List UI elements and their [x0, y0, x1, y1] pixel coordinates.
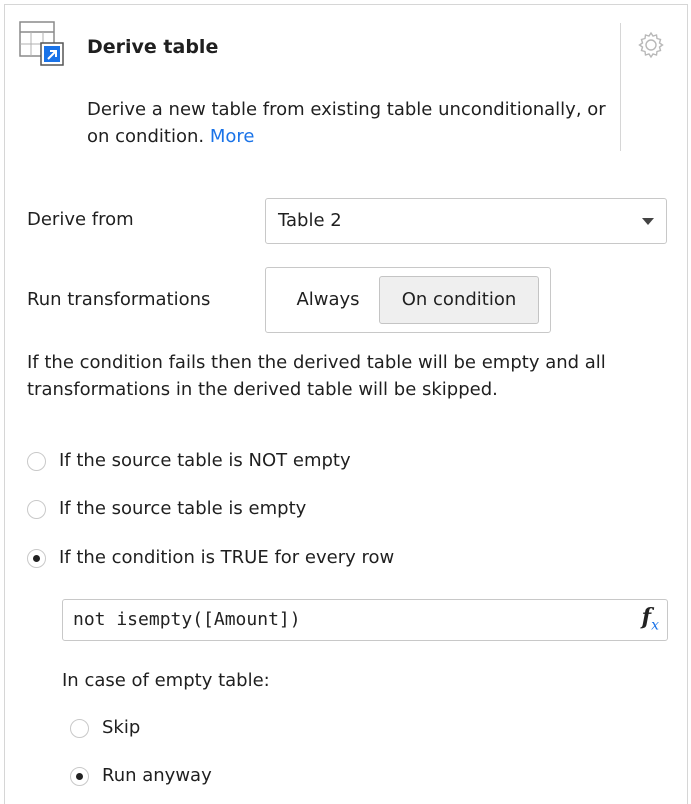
run-transformations-label: Run transformations [27, 289, 211, 310]
condition-formula-input[interactable]: not isempty([Amount]) fx [62, 599, 668, 641]
fx-label: f [641, 604, 652, 630]
always-button[interactable]: Always [276, 276, 380, 324]
radio-label: Skip [102, 717, 141, 738]
derive-from-select[interactable]: Table 2 [265, 198, 667, 244]
radio-label: If the source table is NOT empty [59, 450, 351, 471]
more-link[interactable]: More [210, 126, 255, 147]
gear-icon[interactable] [637, 31, 665, 59]
panel-title: Derive table [87, 36, 219, 58]
formula-text: not isempty([Amount]) [73, 609, 301, 630]
run-transformations-toggle: Always On condition [265, 267, 551, 333]
header-divider [620, 23, 621, 151]
radio-button-checked[interactable] [27, 549, 46, 568]
radio-button[interactable] [27, 452, 46, 471]
derive-table-icon [19, 21, 71, 73]
radio-label: If the source table is empty [59, 498, 307, 519]
fx-icon[interactable]: fx [642, 604, 659, 633]
radio-button[interactable] [70, 719, 89, 738]
fx-sub: x [651, 617, 659, 634]
panel-description: Derive a new table from existing table u… [87, 96, 607, 150]
radio-label: Run anyway [102, 765, 212, 786]
radio-button-checked[interactable] [70, 767, 89, 786]
radio-label: If the condition is TRUE for every row [59, 547, 395, 568]
derive-table-panel: Derive table Derive a new table from exi… [4, 4, 688, 804]
on-condition-button[interactable]: On condition [379, 276, 539, 324]
derive-from-label: Derive from [27, 209, 134, 230]
empty-table-label: In case of empty table: [62, 670, 270, 691]
condition-info-text: If the condition fails then the derived … [27, 352, 606, 400]
chevron-down-icon [642, 218, 654, 225]
derive-from-value: Table 2 [278, 210, 342, 231]
description-text: Derive a new table from existing table u… [87, 99, 606, 147]
radio-button[interactable] [27, 500, 46, 519]
